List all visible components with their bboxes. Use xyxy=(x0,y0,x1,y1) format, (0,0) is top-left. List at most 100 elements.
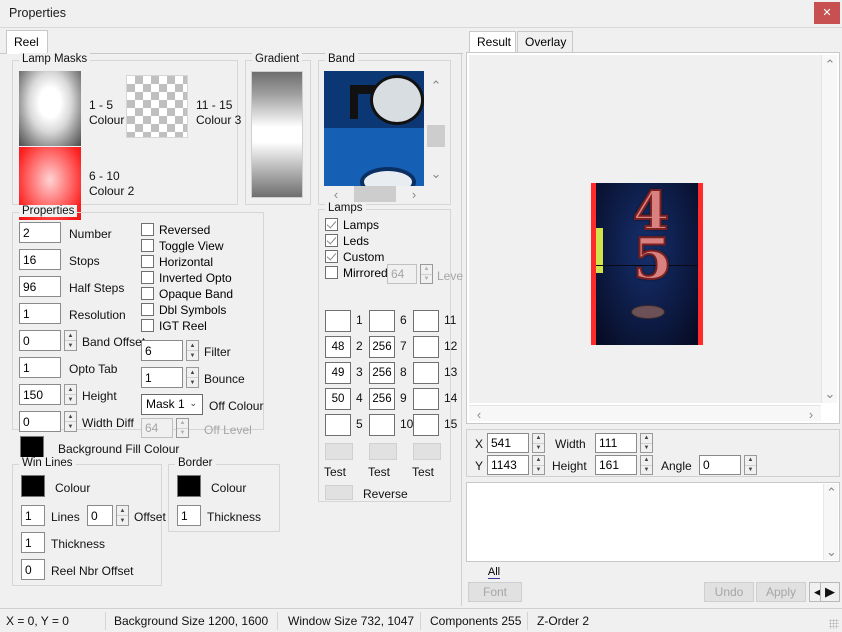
checkbox-mirrored-box[interactable] xyxy=(325,266,338,279)
resolution-input[interactable] xyxy=(19,303,61,324)
checkbox-igt-reel-box[interactable] xyxy=(141,319,154,332)
lamp-test-button-1[interactable] xyxy=(325,443,353,460)
notes-area[interactable]: ⌃ ⌄ xyxy=(466,482,840,562)
notes-scroll-up-icon[interactable]: ⌃ xyxy=(825,486,838,499)
height-geo-input[interactable] xyxy=(595,455,637,475)
number-input[interactable] xyxy=(19,222,61,243)
border-thickness-input[interactable] xyxy=(177,505,201,526)
checkbox-lamps-box[interactable] xyxy=(325,218,338,231)
next-arrow-icon[interactable]: ▶ xyxy=(820,582,840,602)
lamp-input-14[interactable] xyxy=(413,388,439,410)
width-input[interactable] xyxy=(595,433,637,453)
checkbox-custom[interactable]: Custom xyxy=(325,250,384,264)
resize-grip-icon[interactable] xyxy=(829,619,839,629)
lamp-input-13[interactable] xyxy=(413,362,439,384)
border-colour-swatch[interactable] xyxy=(177,475,201,497)
lamp-mask-swatch-1[interactable] xyxy=(19,71,81,146)
lamp-input-11[interactable] xyxy=(413,310,439,332)
half-steps-input[interactable] xyxy=(19,276,61,297)
band-scroll-thumb-vertical[interactable] xyxy=(427,125,445,147)
win-lines-reel-nbr-offset-input[interactable] xyxy=(21,559,45,580)
band-scroll-up-icon[interactable]: ⌃ xyxy=(429,79,443,92)
lamp-input-2[interactable]: 48 xyxy=(325,336,351,358)
checkbox-leds[interactable]: Leds xyxy=(325,234,369,248)
win-lines-lines-input[interactable] xyxy=(21,505,45,526)
height-stepper[interactable]: ▲ ▼ xyxy=(64,384,77,405)
checkbox-custom-box[interactable] xyxy=(325,250,338,263)
checkbox-lamps[interactable]: Lamps xyxy=(325,218,379,232)
lamp-test-button-3[interactable] xyxy=(413,443,441,460)
angle-input[interactable] xyxy=(699,455,741,475)
lamp-input-1[interactable] xyxy=(325,310,351,332)
lamp-input-10[interactable] xyxy=(369,414,395,436)
checkbox-dbl-symbols[interactable]: Dbl Symbols xyxy=(141,303,226,317)
checkbox-toggle-view[interactable]: Toggle View xyxy=(141,239,224,253)
off-colour-select[interactable]: Mask 1 ⌄ xyxy=(141,394,203,415)
notes-vertical-scrollbar[interactable]: ⌃ ⌄ xyxy=(823,484,838,560)
close-icon[interactable]: ✕ xyxy=(814,2,840,24)
result-vertical-scrollbar[interactable]: ⌃ ⌄ xyxy=(821,55,837,403)
background-fill-colour-swatch[interactable] xyxy=(20,436,44,458)
width-diff-stepper[interactable]: ▲ ▼ xyxy=(64,411,77,432)
width-diff-input[interactable] xyxy=(19,411,61,432)
notes-scroll-down-icon[interactable]: ⌄ xyxy=(825,545,838,558)
tab-result[interactable]: Result xyxy=(469,31,516,52)
checkbox-inverted-opto[interactable]: Inverted Opto xyxy=(141,271,232,285)
filter-stepper[interactable]: ▲ ▼ xyxy=(186,340,199,361)
result-scroll-left-icon[interactable]: ‹ xyxy=(473,408,485,421)
lamp-input-15[interactable] xyxy=(413,414,439,436)
bounce-input[interactable] xyxy=(141,367,183,388)
result-scroll-down-icon[interactable]: ⌄ xyxy=(823,387,837,400)
band-scroll-right-icon[interactable]: › xyxy=(407,188,421,201)
lamp-mask-swatch-3[interactable] xyxy=(126,75,188,138)
undo-button[interactable]: Undo xyxy=(704,582,754,602)
band-scroll-left-icon[interactable]: ‹ xyxy=(329,188,343,201)
result-scroll-up-icon[interactable]: ⌃ xyxy=(823,58,837,71)
lamp-input-9[interactable]: 256 xyxy=(369,388,395,410)
win-lines-offset-stepper[interactable]: ▲ ▼ xyxy=(116,505,129,526)
checkbox-horizontal-box[interactable] xyxy=(141,255,154,268)
x-input[interactable] xyxy=(487,433,529,453)
checkbox-opaque-band[interactable]: Opaque Band xyxy=(141,287,233,301)
height-input[interactable] xyxy=(19,384,61,405)
checkbox-mirrored[interactable]: Mirrored xyxy=(325,266,388,280)
lamp-input-3[interactable]: 49 xyxy=(325,362,351,384)
all-tab[interactable]: All xyxy=(470,566,518,581)
result-canvas[interactable]: 4 5 xyxy=(469,55,821,403)
checkbox-opaque-band-box[interactable] xyxy=(141,287,154,300)
band-offset-stepper[interactable]: ▲ ▼ xyxy=(64,330,77,351)
apply-button[interactable]: Apply xyxy=(756,582,806,602)
y-input[interactable] xyxy=(487,455,529,475)
win-lines-colour-swatch[interactable] xyxy=(21,475,45,497)
lamp-input-5[interactable] xyxy=(325,414,351,436)
lamp-test-button-2[interactable] xyxy=(369,443,397,460)
width-stepper[interactable]: ▲ ▼ xyxy=(640,433,653,453)
band-offset-input[interactable] xyxy=(19,330,61,351)
lamp-input-8[interactable]: 256 xyxy=(369,362,395,384)
font-button[interactable]: Font xyxy=(468,582,522,602)
lamp-input-7[interactable]: 256 xyxy=(369,336,395,358)
height-geo-stepper[interactable]: ▲ ▼ xyxy=(640,455,653,475)
checkbox-reversed[interactable]: Reversed xyxy=(141,223,210,237)
bounce-stepper[interactable]: ▲ ▼ xyxy=(186,367,199,388)
lamp-input-12[interactable] xyxy=(413,336,439,358)
checkbox-inverted-opto-box[interactable] xyxy=(141,271,154,284)
win-lines-thickness-input[interactable] xyxy=(21,532,45,553)
tab-overlay[interactable]: Overlay xyxy=(517,31,573,52)
win-lines-offset-input[interactable] xyxy=(87,505,113,526)
y-stepper[interactable]: ▲ ▼ xyxy=(532,455,545,475)
lamp-reverse-button[interactable] xyxy=(325,485,353,500)
checkbox-dbl-symbols-box[interactable] xyxy=(141,303,154,316)
opto-tab-input[interactable] xyxy=(19,357,61,378)
result-scroll-right-icon[interactable]: › xyxy=(805,408,817,421)
band-preview[interactable] xyxy=(324,71,424,186)
band-scroll-thumb-horizontal[interactable] xyxy=(354,186,396,202)
lamp-input-4[interactable]: 50 xyxy=(325,388,351,410)
x-stepper[interactable]: ▲ ▼ xyxy=(532,433,545,453)
checkbox-reversed-box[interactable] xyxy=(141,223,154,236)
gradient-preview[interactable] xyxy=(251,71,303,198)
checkbox-toggle-view-box[interactable] xyxy=(141,239,154,252)
checkbox-igt-reel[interactable]: IGT Reel xyxy=(141,319,207,333)
angle-stepper[interactable]: ▲ ▼ xyxy=(744,455,757,475)
stops-input[interactable] xyxy=(19,249,61,270)
